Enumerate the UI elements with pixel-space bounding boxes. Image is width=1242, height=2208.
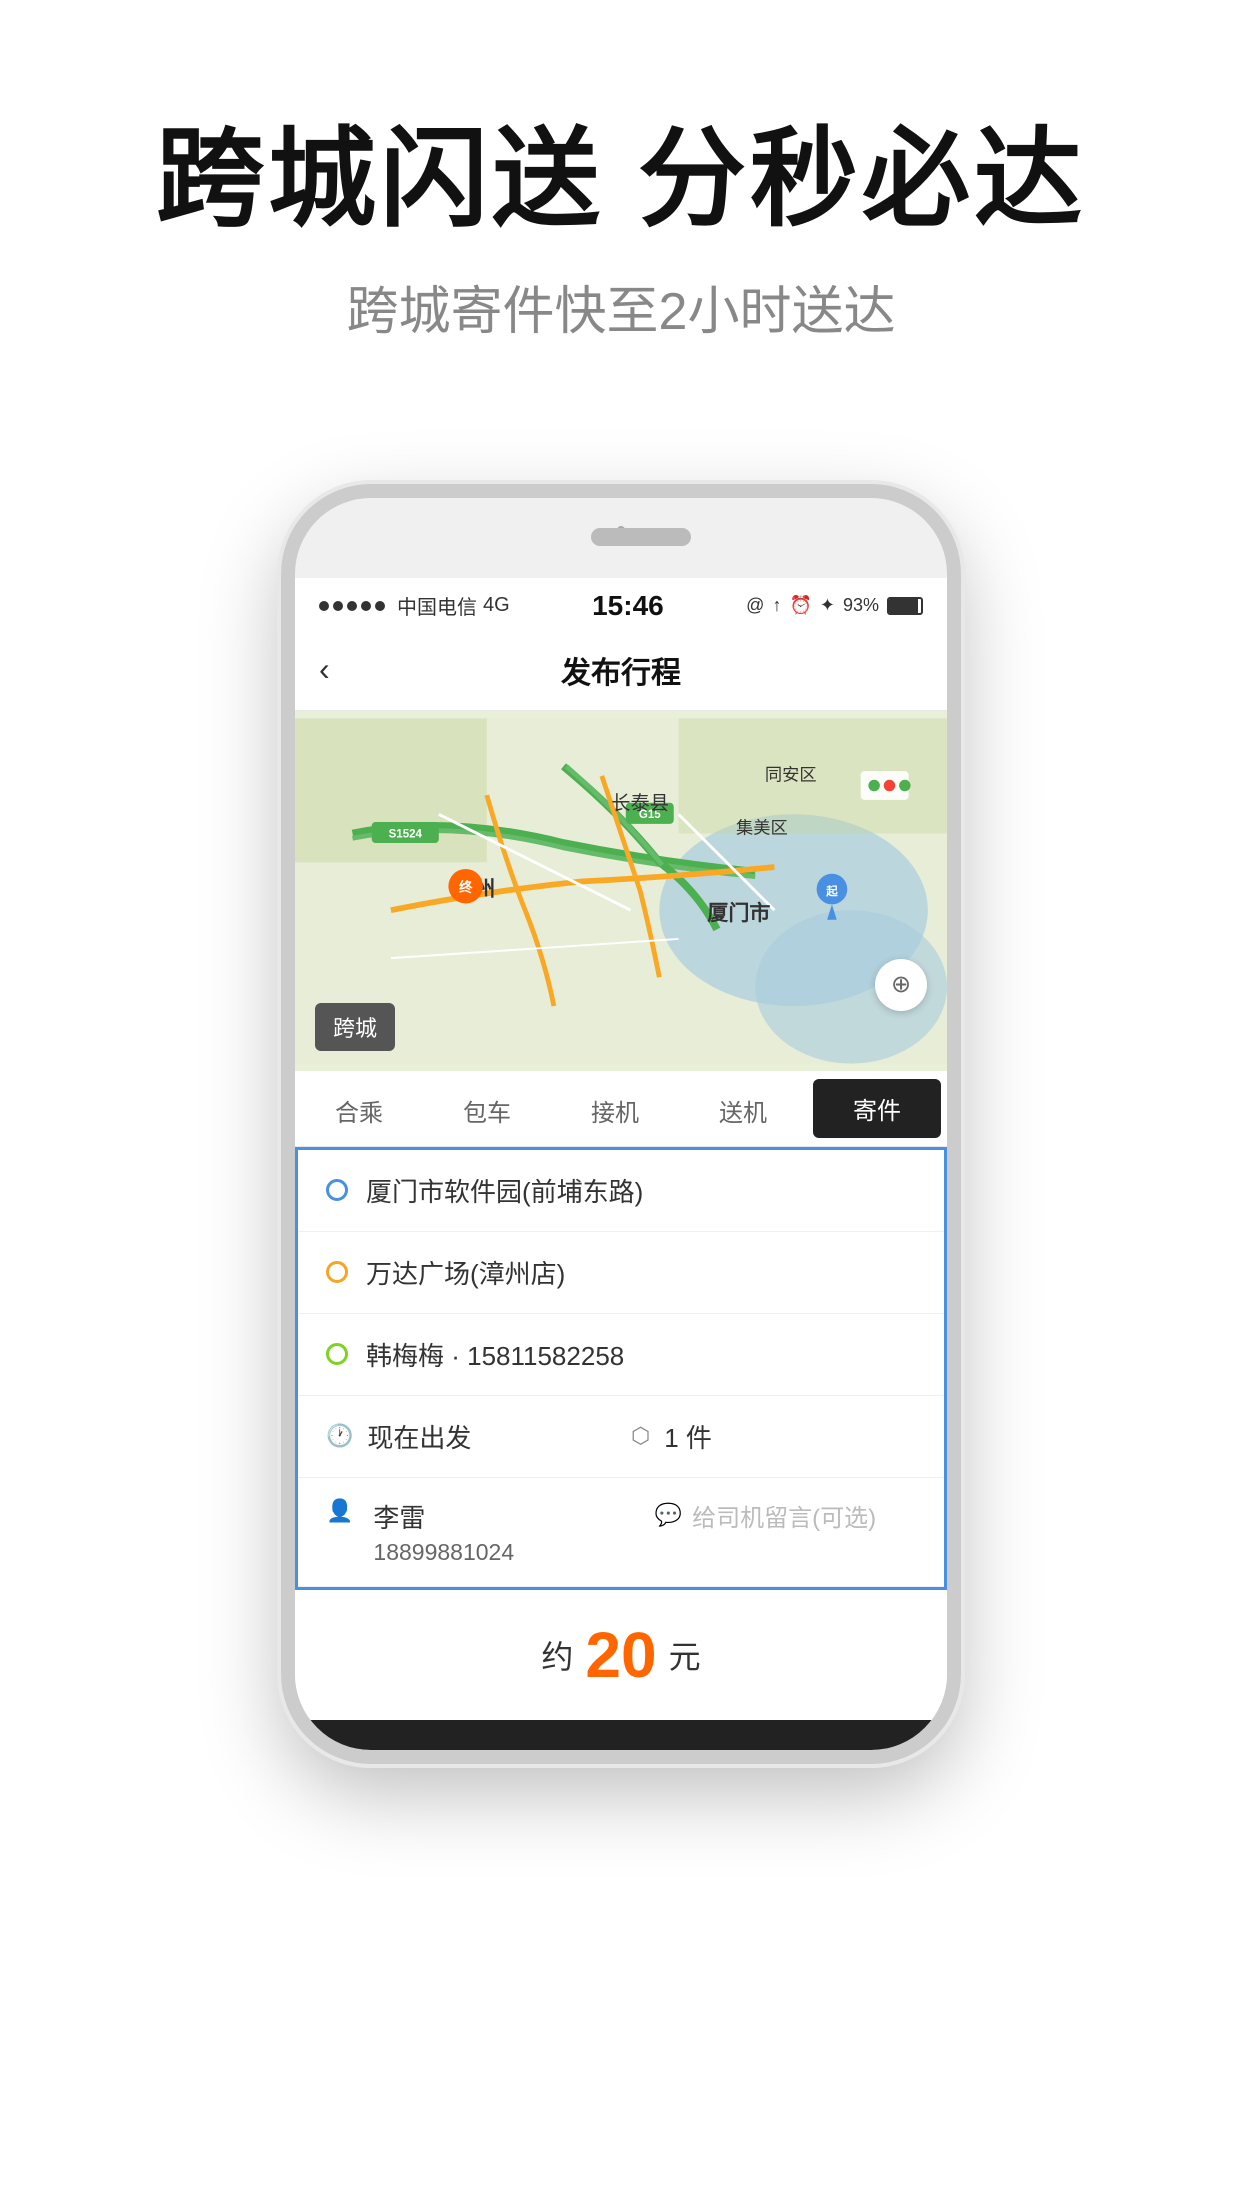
tab-bar: 合乘 包车 接机 送机 寄件 bbox=[295, 1071, 947, 1147]
origin-text: 厦门市软件园(前埔东路) bbox=[366, 1172, 643, 1209]
phone-wrapper: 中国电信 4G 15:46 @ ↑ ⏰ ✦ 93% ‹ 发布行程 bbox=[0, 484, 1242, 1764]
location-button[interactable]: ⊕ bbox=[875, 959, 927, 1011]
package-icon: ⬡ bbox=[631, 1423, 650, 1449]
route-destination[interactable]: 万达广场(漳州店) bbox=[298, 1232, 944, 1314]
bluetooth-icon: ✦ bbox=[820, 595, 835, 616]
dot3 bbox=[347, 601, 357, 611]
at-icon: @ bbox=[746, 595, 764, 616]
phone-device: 中国电信 4G 15:46 @ ↑ ⏰ ✦ 93% ‹ 发布行程 bbox=[281, 484, 961, 1764]
price-amount: 20 bbox=[585, 1618, 656, 1692]
tab-delivery[interactable]: 寄件 bbox=[813, 1079, 941, 1138]
hero-title: 跨城闪送 分秒必达 bbox=[0, 120, 1242, 239]
tab-charter[interactable]: 包车 bbox=[423, 1071, 551, 1146]
signal-dots bbox=[319, 601, 385, 611]
cross-city-badge: 跨城 bbox=[315, 1003, 395, 1051]
svg-text:集美区: 集美区 bbox=[736, 817, 788, 837]
status-right: @ ↑ ⏰ ✦ 93% bbox=[746, 595, 923, 616]
dot4 bbox=[361, 601, 371, 611]
svg-text:同安区: 同安区 bbox=[765, 765, 817, 785]
hero-subtitle: 跨城寄件快至2小时送达 bbox=[0, 269, 1242, 344]
dot2 bbox=[333, 601, 343, 611]
destination-icon bbox=[326, 1261, 348, 1283]
depart-label: 现在出发 bbox=[367, 1418, 471, 1455]
price-prefix: 约 bbox=[541, 1632, 573, 1678]
svg-text:厦门市: 厦门市 bbox=[707, 900, 770, 925]
status-left: 中国电信 4G bbox=[319, 591, 510, 620]
message-placeholder: 给司机留言(可选) bbox=[692, 1498, 876, 1533]
package-cell[interactable]: ⬡ 1 件 bbox=[631, 1418, 916, 1455]
network-label: 4G bbox=[483, 594, 510, 617]
person-name: 李雷 bbox=[373, 1498, 634, 1535]
person-info: 李雷 18899881024 bbox=[373, 1498, 634, 1566]
svg-text:长泰县: 长泰县 bbox=[611, 792, 668, 814]
route-recipient[interactable]: 韩梅梅 · 15811582258 bbox=[298, 1314, 944, 1396]
status-bar: 中国电信 4G 15:46 @ ↑ ⏰ ✦ 93% bbox=[295, 578, 947, 630]
content-area: 厦门市软件园(前埔东路) 万达广场(漳州店) 韩梅梅 · 15811582258 bbox=[298, 1150, 944, 1587]
message-icon: 💬 bbox=[655, 1502, 682, 1528]
destination-text: 万达广场(漳州店) bbox=[366, 1254, 565, 1291]
confirm-button[interactable]: 确认发布 bbox=[295, 1720, 947, 1750]
person-message[interactable]: 💬 给司机留言(可选) bbox=[655, 1498, 916, 1533]
recipient-text: 韩梅梅 · 15811582258 bbox=[366, 1336, 624, 1373]
tab-carpooling[interactable]: 合乘 bbox=[295, 1071, 423, 1146]
origin-icon bbox=[326, 1179, 348, 1201]
depart-cell[interactable]: 🕐 现在出发 bbox=[326, 1418, 611, 1455]
price-unit: 元 bbox=[669, 1632, 701, 1678]
dot5 bbox=[375, 601, 385, 611]
location-icon: ⊕ bbox=[891, 970, 911, 999]
battery-bar bbox=[887, 597, 923, 615]
map-area[interactable]: S1524 G15 漳州 厦门市 长泰县 集美区 同安区 bbox=[295, 711, 947, 1071]
clock-icon: 🕐 bbox=[326, 1423, 353, 1449]
svg-text:终: 终 bbox=[459, 879, 473, 895]
person-row: 👤 李雷 18899881024 💬 给司机留言(可选) bbox=[298, 1478, 944, 1587]
package-label: 1 件 bbox=[664, 1418, 712, 1455]
battery-percent: 93% bbox=[843, 595, 879, 616]
alarm-icon: ⏰ bbox=[789, 595, 811, 616]
tab-dropoff[interactable]: 送机 bbox=[679, 1071, 807, 1146]
nav-title: 发布行程 bbox=[561, 648, 681, 692]
phone-speaker bbox=[591, 528, 691, 546]
info-row: 🕐 现在出发 ⬡ 1 件 bbox=[298, 1396, 944, 1478]
tab-pickup[interactable]: 接机 bbox=[551, 1071, 679, 1146]
status-time: 15:46 bbox=[592, 590, 664, 622]
content-border: 厦门市软件园(前埔东路) 万达广场(漳州店) 韩梅梅 · 15811582258 bbox=[295, 1147, 947, 1590]
svg-text:S1524: S1524 bbox=[389, 828, 423, 840]
phone-screen: 中国电信 4G 15:46 @ ↑ ⏰ ✦ 93% ‹ 发布行程 bbox=[295, 578, 947, 1750]
nav-bar: ‹ 发布行程 bbox=[295, 630, 947, 711]
person-phone: 18899881024 bbox=[373, 1539, 634, 1566]
arrow-icon: ↑ bbox=[772, 595, 781, 616]
hero-section: 跨城闪送 分秒必达 跨城寄件快至2小时送达 bbox=[0, 0, 1242, 404]
svg-text:起: 起 bbox=[825, 884, 838, 898]
route-origin[interactable]: 厦门市软件园(前埔东路) bbox=[298, 1150, 944, 1232]
price-row: 约 20 元 bbox=[295, 1590, 947, 1720]
person-icon: 👤 bbox=[326, 1498, 353, 1524]
dot1 bbox=[319, 601, 329, 611]
carrier-label: 中国电信 bbox=[397, 591, 477, 620]
battery-fill bbox=[889, 599, 918, 613]
recipient-icon bbox=[326, 1343, 348, 1365]
back-button[interactable]: ‹ bbox=[319, 651, 330, 688]
